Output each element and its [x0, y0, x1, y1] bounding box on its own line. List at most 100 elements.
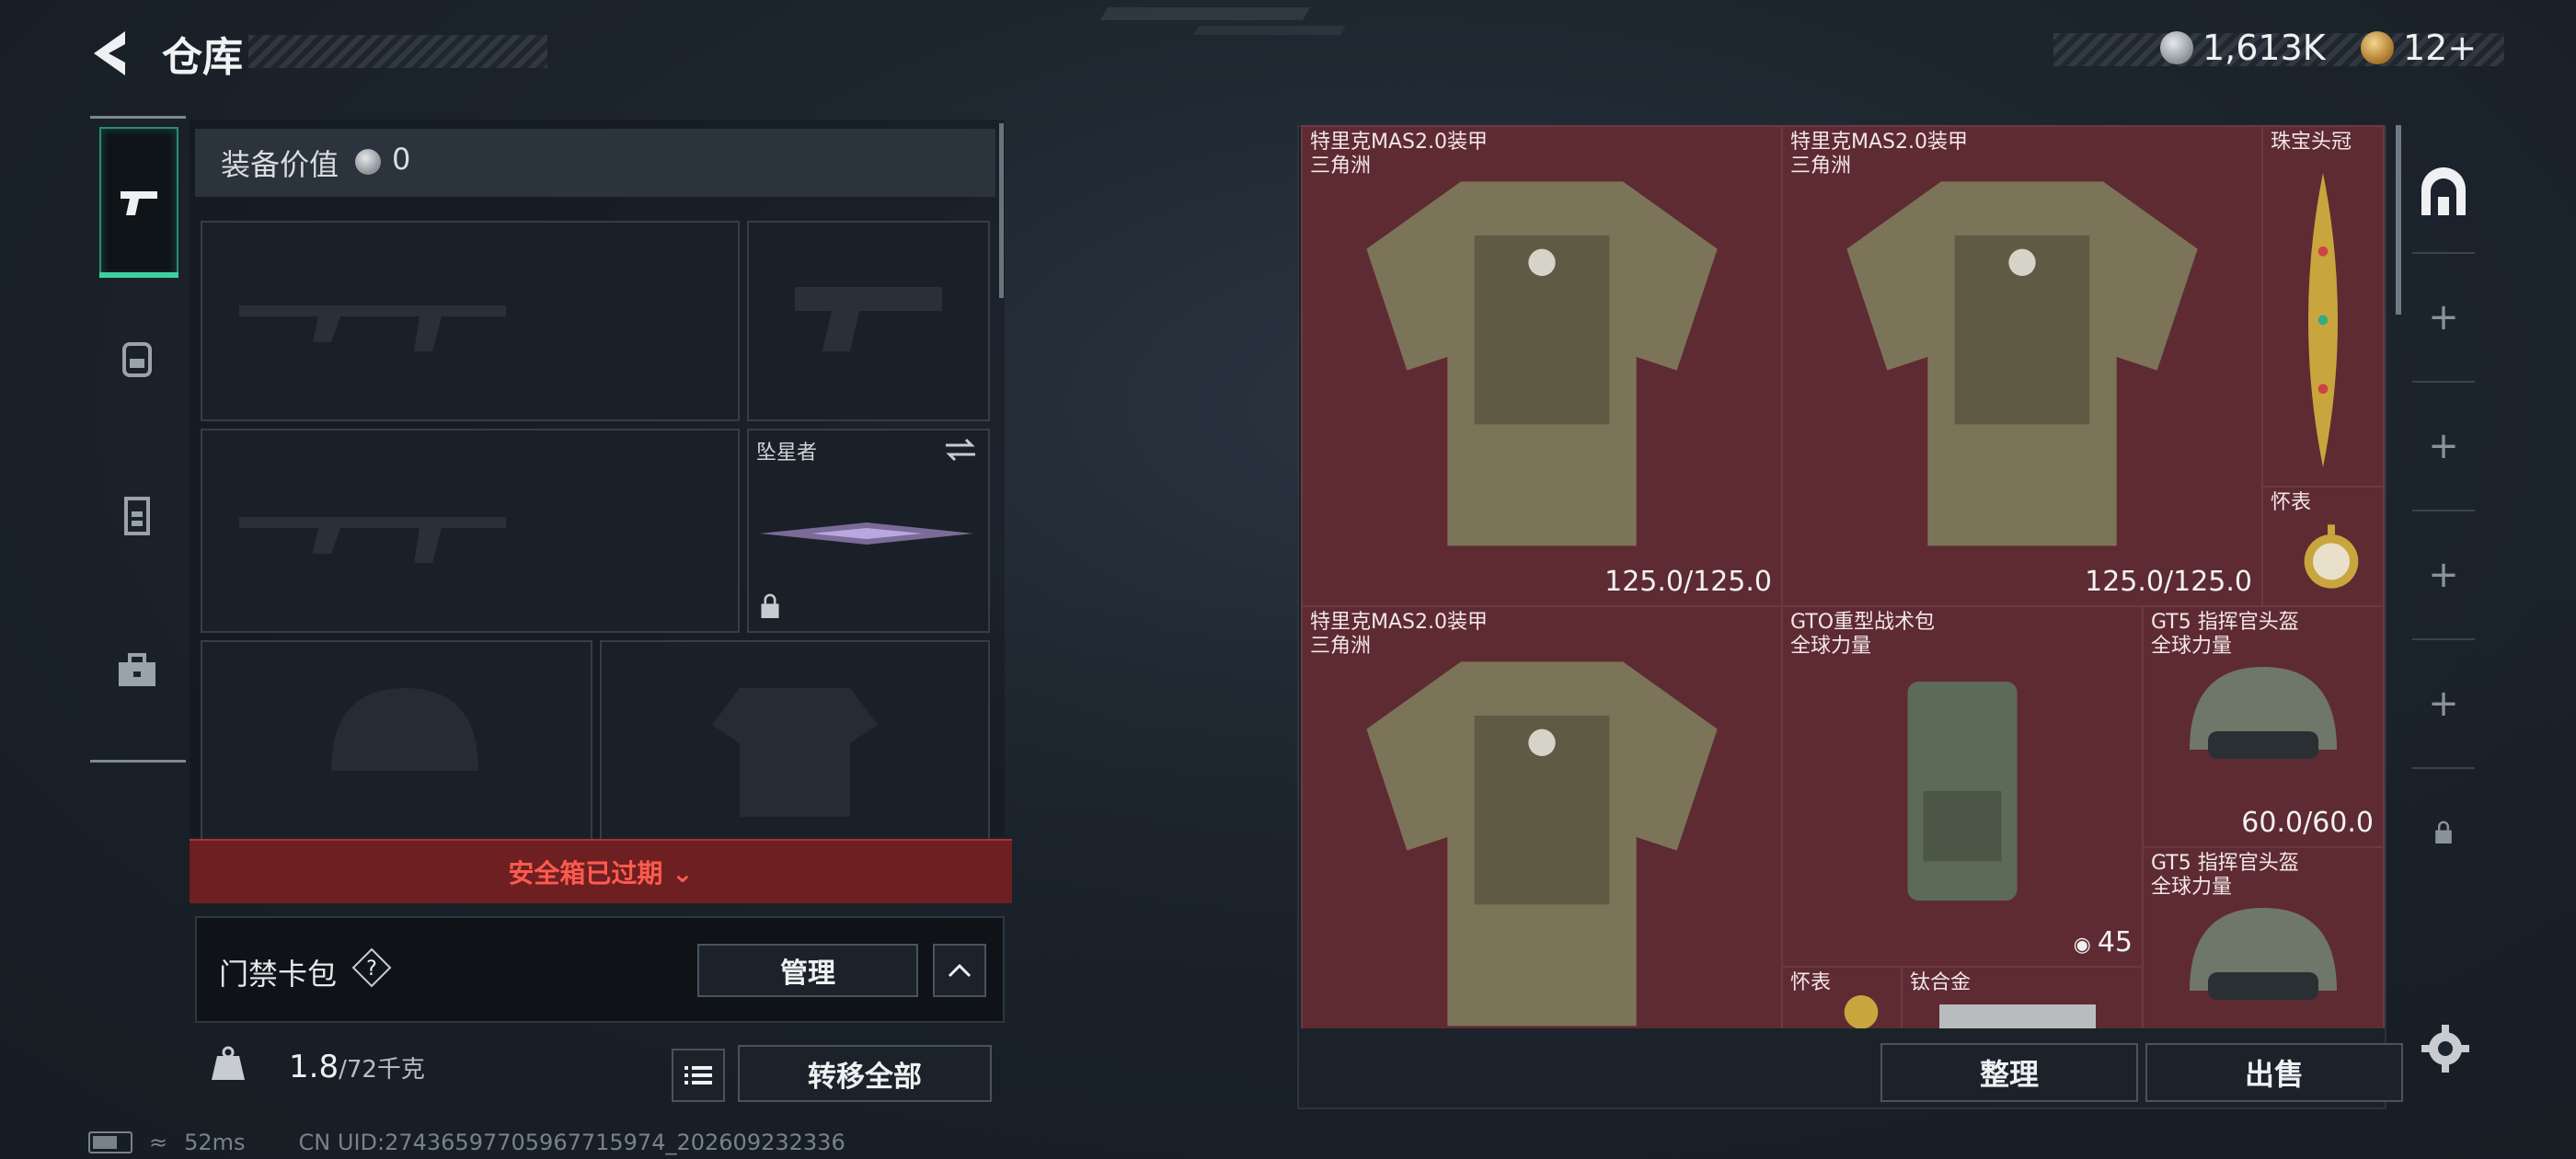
keycard-label: 门禁卡包	[219, 957, 338, 992]
add-icon: +	[2428, 683, 2459, 725]
add-container-button[interactable]: +	[2412, 405, 2475, 488]
storage-item[interactable]: GT5 指挥官头盔 全球力量 60.0/60.0	[2142, 605, 2385, 848]
swap-icon[interactable]	[942, 436, 979, 464]
wifi-icon: ≈	[149, 1130, 168, 1155]
title-decoration	[248, 35, 547, 68]
armor-vest-icon	[1366, 181, 1718, 546]
backpack-small-icon: ◉	[2073, 934, 2098, 957]
storage-item[interactable]: GT5 指挥官头盔 全球力量	[2142, 846, 2385, 1028]
item-durability: 125.0/125.0	[2085, 566, 2252, 598]
ping-text: 52ms	[184, 1130, 246, 1155]
add-container-button[interactable]: +	[2412, 662, 2475, 745]
silver-coin-icon	[2160, 31, 2193, 64]
add-icon: +	[2428, 296, 2459, 339]
primary-weapon-slot[interactable]	[201, 221, 740, 421]
background-streak	[1193, 26, 1346, 35]
item-capacity: ◉ 45	[2074, 926, 2133, 958]
pocket-watch-icon	[1844, 995, 1879, 1028]
rifle-silhouette-icon	[239, 305, 506, 351]
knife-icon	[760, 522, 973, 545]
secondary-weapon-slot[interactable]	[201, 429, 740, 633]
item-name: 怀表	[1790, 971, 1832, 994]
loadout-scrollbar[interactable]	[999, 123, 1004, 298]
rifle-silhouette-icon	[239, 517, 506, 563]
weight-current: 1.8	[289, 1049, 339, 1085]
list-icon	[684, 1066, 712, 1084]
weight-value: 1.8/72千克	[289, 1049, 425, 1085]
lock-icon	[2435, 820, 2452, 843]
chevron-down-icon: ⌄	[672, 858, 694, 889]
armor-silhouette-icon	[712, 688, 878, 817]
list-view-button[interactable]	[672, 1049, 725, 1102]
armor-vest-icon	[1366, 661, 1718, 1027]
gold-currency[interactable]: 12+	[2361, 28, 2477, 68]
equipment-value-bar: 装备价值 0	[195, 129, 995, 197]
rail-top-line	[90, 116, 186, 119]
stash-tab[interactable]	[2412, 147, 2475, 239]
weight-icon	[212, 1046, 245, 1080]
item-name: 珠宝头冠	[2271, 131, 2352, 154]
storage-item[interactable]: 珠宝头冠	[2261, 125, 2385, 488]
melee-slot[interactable]: 坠星者	[747, 429, 990, 633]
rail-separator	[2412, 381, 2475, 383]
storage-item[interactable]: 特里克MAS2.0装甲 三角洲	[1301, 605, 1783, 1028]
vest-icon	[124, 497, 150, 535]
category-vest[interactable]	[99, 442, 175, 589]
battery-icon	[88, 1131, 132, 1153]
status-row: ≈ 52ms CN UID:27436597705967715974_20260…	[88, 1130, 845, 1155]
storage-item[interactable]: 特里克MAS2.0装甲 三角洲 125.0/125.0	[1781, 125, 2263, 607]
equipment-value-label: 装备价值	[221, 147, 339, 182]
uid-text: CN UID:27436597705967715974_202609232336	[298, 1130, 845, 1155]
sort-button[interactable]: 整理	[1880, 1043, 2138, 1102]
manage-button[interactable]: 管理	[697, 944, 918, 997]
pocket-watch-icon	[2304, 524, 2359, 589]
silver-coin-icon	[355, 149, 381, 175]
item-durability: 60.0/60.0	[2241, 807, 2374, 839]
storage-item[interactable]: 特里克MAS2.0装甲 三角洲 125.0/125.0	[1301, 125, 1783, 607]
expand-button[interactable]	[933, 944, 986, 997]
storage-item[interactable]: 怀表	[2261, 486, 2385, 607]
capacity-value: 45	[2097, 926, 2133, 958]
gold-coin-icon	[2361, 31, 2394, 64]
pistol-icon	[121, 191, 157, 215]
titanium-ingot-icon	[1939, 1004, 2096, 1028]
silver-currency-value: 1,613K	[2202, 28, 2326, 68]
stash-icon	[2421, 167, 2466, 215]
storage-item[interactable]: 钛合金	[1901, 966, 2144, 1028]
rail-separator	[2412, 252, 2475, 254]
add-container-button[interactable]: +	[2412, 534, 2475, 616]
transfer-all-button[interactable]: 转移全部	[738, 1045, 992, 1102]
sell-button[interactable]: 出售	[2145, 1043, 2403, 1102]
storage-scrollbar[interactable]	[2396, 125, 2401, 315]
equipment-value: 0	[392, 142, 411, 177]
melee-name: 坠星者	[756, 442, 818, 465]
gear-icon[interactable]	[2418, 1021, 2473, 1076]
safebox-status-text: 安全箱已过期 ⌄	[190, 854, 1012, 890]
safebox-status-label: 安全箱已过期	[508, 858, 663, 889]
helmet-slot[interactable]	[201, 640, 592, 846]
sidearm-slot[interactable]	[747, 221, 990, 421]
help-icon[interactable]: ?	[351, 947, 392, 988]
weight-bar: 1.8/72千克 转移全部	[190, 1028, 1012, 1102]
add-container-button[interactable]: +	[2412, 276, 2475, 359]
category-case[interactable]	[99, 598, 175, 745]
armor-vest-icon	[1846, 181, 2198, 546]
category-weapons[interactable]	[99, 127, 178, 278]
rail-separator	[2412, 767, 2475, 769]
page-title: 仓库	[162, 34, 243, 81]
silver-currency[interactable]: 1,613K	[2160, 28, 2326, 68]
briefcase-icon	[119, 653, 155, 686]
svg-text:?: ?	[366, 958, 377, 981]
storage-item[interactable]: 怀表	[1781, 966, 1903, 1028]
rail-bottom-line	[90, 760, 186, 763]
locked-container-slot[interactable]	[2412, 791, 2475, 874]
add-icon: +	[2428, 425, 2459, 467]
tactical-backpack-icon	[1907, 682, 2018, 901]
storage-item[interactable]: GTO重型战术包 全球力量 ◉ 45	[1781, 605, 2144, 968]
storage-grid[interactable]: 特里克MAS2.0装甲 三角洲 125.0/125.0 特里克MAS2.0装甲 …	[1301, 125, 2385, 1028]
category-backpack[interactable]	[99, 285, 175, 432]
armor-slot[interactable]	[600, 640, 990, 846]
helmet-icon	[2190, 667, 2337, 759]
back-button[interactable]	[85, 26, 140, 81]
safebox-expired-banner[interactable]: 安全箱已过期 ⌄	[190, 839, 1012, 903]
